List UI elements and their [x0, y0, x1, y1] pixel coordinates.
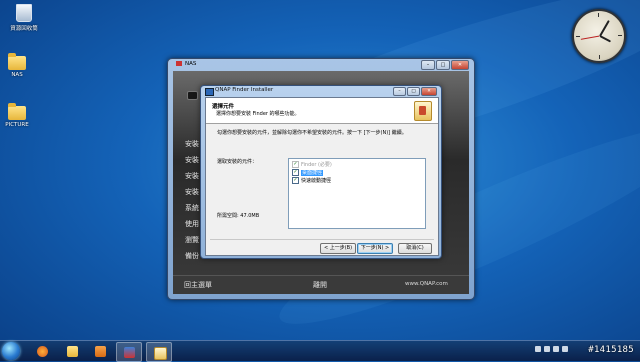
taskbar-explorer[interactable] — [60, 342, 84, 360]
back-button[interactable]: < 上一步(B) — [320, 243, 356, 254]
clock-second-hand — [580, 35, 600, 40]
nas-menu-item[interactable]: 安裝 — [185, 187, 199, 197]
installer-app-icon — [205, 88, 214, 96]
checkbox-checked[interactable]: ✓ — [292, 177, 299, 184]
installer-header: 選擇元件 選擇你想要安裝 Finder 的哪些功能。 — [206, 98, 438, 124]
clock-gadget[interactable] — [572, 9, 626, 63]
installer-logo-icon — [414, 101, 432, 121]
cancel-button[interactable]: 取消(C) — [398, 243, 432, 254]
nas-menu-icon — [187, 91, 198, 100]
volume-icon[interactable] — [562, 346, 568, 352]
nas-footer: 回主選單 離開 www.QNAP.com — [173, 275, 469, 294]
desktop-icon-recycle-bin[interactable]: 資源回收筒 — [0, 4, 48, 32]
start-button[interactable] — [2, 342, 20, 360]
installer-dialog: QNAP Finder Installer – □ ✕ 選擇元件 選擇你想要安裝… — [200, 85, 442, 259]
nas-window-title: NAS — [176, 61, 196, 67]
tray-icon[interactable] — [544, 346, 550, 352]
clock-tick — [576, 36, 580, 37]
choose-components-label: 選取安裝的元件： — [217, 159, 258, 165]
instructions-text: 勾選你想要安裝的元件，並解除勾選你不希望安裝的元件。按一下 [下一步(N)] 繼… — [217, 130, 407, 136]
exit-button[interactable]: 離開 — [313, 280, 327, 290]
clock-tick — [598, 13, 599, 17]
taskbar-installer[interactable] — [146, 342, 172, 362]
components-list: ✓ Finder (必要) ✓ 桌面捷徑 ✓ 快速啟動捷徑 — [288, 158, 426, 229]
desktop-icon-label: 資源回收筒 — [10, 26, 38, 32]
main-menu-button[interactable]: 回主選單 — [184, 280, 212, 290]
maximize-button[interactable]: □ — [407, 87, 420, 96]
nas-window-controls: – □ ✕ — [421, 60, 469, 70]
next-button[interactable]: 下一步(N) > — [357, 243, 393, 254]
system-tray — [535, 346, 568, 352]
watermark-text: #1415185 — [588, 345, 634, 355]
folder-icon — [8, 53, 26, 70]
nas-window-title-text: NAS — [185, 61, 197, 67]
nas-menu-item[interactable]: 安裝 — [185, 139, 199, 149]
desktop-icon-picture[interactable]: PICTURE — [0, 103, 41, 128]
component-item[interactable]: ✓ 快速啟動捷徑 — [292, 177, 331, 184]
component-item[interactable]: ✓ 桌面捷徑 — [292, 169, 324, 176]
qnap-url-link[interactable]: www.QNAP.com — [405, 281, 448, 287]
installer-title: QNAP Finder Installer — [215, 87, 274, 93]
nas-app-icon — [124, 347, 135, 358]
installer-window-controls: – □ ✕ — [393, 87, 437, 96]
recycle-bin-icon — [16, 4, 32, 22]
close-button[interactable]: ✕ — [451, 60, 469, 70]
folder-icon — [8, 103, 26, 120]
firefox-icon — [37, 346, 48, 357]
nas-menu-item[interactable]: 使用 — [185, 219, 199, 229]
desktop-icon-label: NAS — [11, 72, 23, 78]
checkbox-checked-disabled: ✓ — [292, 161, 299, 168]
component-item: ✓ Finder (必要) — [292, 161, 332, 168]
taskbar-media-player[interactable] — [88, 342, 112, 360]
installer-icon — [154, 347, 167, 360]
clock-hour-hand — [599, 35, 612, 43]
minimize-button[interactable]: – — [421, 60, 435, 70]
nas-menu-item[interactable]: 備份 — [185, 251, 199, 261]
desktop-icon-nas[interactable]: NAS — [0, 53, 41, 78]
installer-body: 選擇元件 選擇你想要安裝 Finder 的哪些功能。 勾選你想要安裝的元件，並解… — [205, 97, 439, 256]
component-label: 快速啟動捷徑 — [301, 178, 332, 184]
explorer-folder-icon — [67, 346, 78, 357]
desktop-icon-label: PICTURE — [5, 122, 29, 128]
network-icon[interactable] — [553, 346, 559, 352]
nas-menu-item[interactable]: 瀏覽 — [185, 235, 199, 245]
space-required-label: 所需空間: 47.0MB — [217, 213, 260, 219]
media-player-icon — [95, 346, 106, 357]
header-title: 選擇元件 — [212, 104, 235, 110]
nas-menu-item[interactable]: 系統 — [185, 203, 199, 213]
clock-tick — [599, 55, 600, 59]
close-button[interactable]: ✕ — [421, 87, 437, 96]
header-subtitle: 選擇你想要安裝 Finder 的哪些功能。 — [216, 111, 300, 117]
taskbar-nas-app[interactable] — [116, 342, 142, 362]
minimize-button[interactable]: – — [393, 87, 406, 96]
nas-menu-item[interactable]: 安裝 — [185, 155, 199, 165]
maximize-button[interactable]: □ — [436, 60, 450, 70]
taskbar — [0, 340, 640, 362]
nas-menu-item[interactable]: 安裝 — [185, 171, 199, 181]
app-logo-icon — [176, 61, 182, 66]
button-separator — [210, 239, 434, 240]
component-label: 桌面捷徑 — [301, 170, 324, 176]
checkbox-checked[interactable]: ✓ — [292, 169, 299, 176]
clock-minute-hand — [599, 20, 610, 37]
component-label: Finder (必要) — [301, 162, 332, 168]
clock-tick — [618, 35, 622, 36]
taskbar-firefox[interactable] — [30, 342, 54, 360]
tray-icon[interactable] — [535, 346, 541, 352]
